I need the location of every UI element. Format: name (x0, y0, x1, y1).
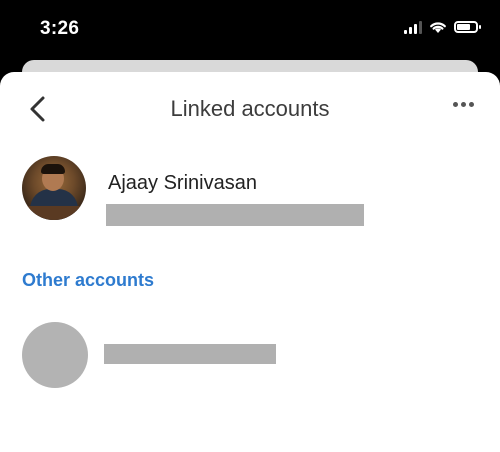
redacted-email (106, 204, 364, 226)
linked-accounts-sheet: Linked accounts Ajaay Srinivasan Other a… (0, 72, 500, 452)
primary-account-row[interactable]: Ajaay Srinivasan (20, 156, 480, 228)
more-options-icon[interactable] (453, 102, 474, 107)
status-icons (404, 20, 481, 34)
avatar-placeholder (22, 322, 88, 388)
page-title: Linked accounts (170, 96, 330, 121)
cellular-signal-icon (404, 20, 422, 34)
battery-icon (454, 21, 481, 33)
other-account-row[interactable] (20, 322, 480, 392)
status-bar: 3:26 (0, 0, 500, 60)
status-time: 3:26 (40, 18, 80, 39)
account-name: Ajaay Srinivasan (108, 172, 257, 194)
avatar (22, 156, 86, 220)
redacted-account-name (104, 344, 276, 364)
wifi-icon (430, 22, 446, 33)
other-accounts-heading: Other accounts (22, 270, 155, 290)
